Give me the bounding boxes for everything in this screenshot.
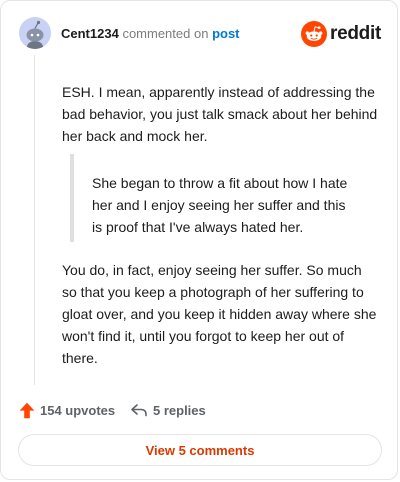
blockquote: She began to throw a fit about how I hat… [70, 154, 370, 242]
reply-arrow-icon [131, 404, 147, 417]
brand-wordmark: reddit [330, 23, 381, 44]
comment-header: Cent1234 commented on post reddit [19, 17, 381, 51]
quote-text: She began to throw a fit about how I hat… [92, 175, 348, 235]
upvote-button[interactable]: 154 upvotes [19, 400, 115, 420]
snoo-avatar-icon [26, 20, 44, 49]
comment-paragraph: You do, in fact, enjoy seeing her suffer… [62, 262, 377, 366]
reddit-logo-icon [301, 21, 328, 47]
comment-card: Cent1234 commented on post reddit ESH. I… [0, 0, 398, 480]
post-link[interactable]: post [212, 26, 239, 41]
reply-count: 5 replies [153, 402, 206, 418]
comment-paragraph: ESH. I mean, apparently instead of addre… [62, 84, 378, 144]
user-avatar[interactable] [19, 17, 51, 49]
comment-meta: Cent1234 commented on post [61, 26, 240, 42]
upvote-count: 154 upvotes [40, 402, 116, 418]
upvote-arrow-icon [19, 402, 35, 418]
reply-button[interactable]: 5 replies [130, 400, 206, 420]
action-text: commented on [122, 26, 209, 41]
thread-line [34, 55, 35, 385]
view-comments-button[interactable]: View 5 comments [18, 434, 382, 466]
comment-actions: 154 upvotes 5 replies [19, 399, 379, 421]
username-link[interactable]: Cent1234 [61, 26, 119, 41]
reddit-brand[interactable]: reddit [301, 21, 381, 47]
